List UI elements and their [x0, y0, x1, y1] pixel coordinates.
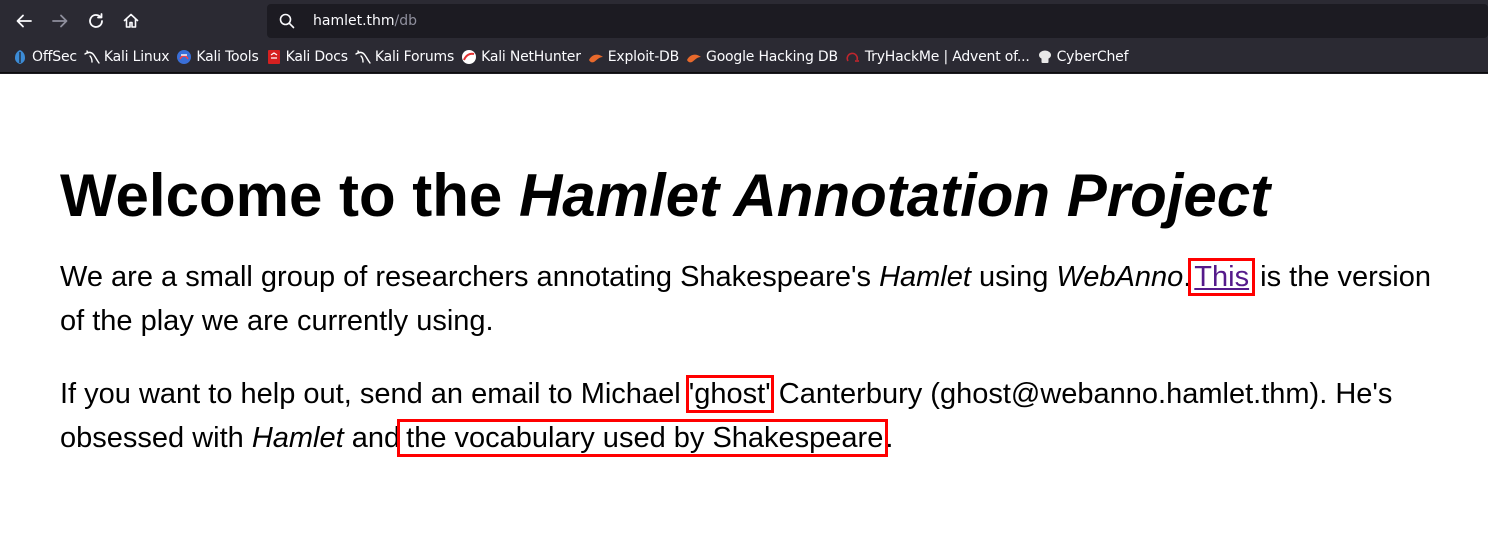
arrow-right-icon: [52, 14, 68, 28]
play-version-link[interactable]: This: [1188, 258, 1256, 296]
page-title: Welcome to the Hamlet Annotation Project: [60, 162, 1270, 230]
url-text: hamlet.thm/db: [313, 13, 417, 29]
text: We are a small group of researchers anno…: [60, 261, 880, 293]
bookmark-label: TryHackMe | Advent of...: [864, 49, 1030, 65]
kali-docs-icon: [266, 49, 282, 65]
bookmark-kali-linux[interactable]: Kali Linux: [84, 45, 170, 69]
bookmark-kali-docs[interactable]: Kali Docs: [266, 45, 348, 69]
text: If you want to help out, send an email t…: [60, 378, 689, 410]
bookmark-label: Kali Tools: [196, 49, 259, 65]
bookmark-kali-tools[interactable]: Kali Tools: [176, 45, 259, 69]
text: and: [343, 422, 401, 454]
hamlet-emphasis: Hamlet: [879, 261, 971, 293]
exploit-db-icon: [588, 49, 604, 65]
ghost-nickname-highlight: 'ghost': [685, 375, 774, 413]
back-button[interactable]: [9, 6, 39, 36]
webanno-emphasis: WebAnno: [1056, 261, 1184, 293]
reload-button[interactable]: [81, 6, 111, 36]
nethunter-icon: [461, 49, 477, 65]
bookmark-cyberchef[interactable]: CyberChef: [1037, 45, 1129, 69]
kali-dragon-icon: [355, 49, 371, 65]
page-content: Welcome to the Hamlet Annotation Project…: [0, 74, 1488, 542]
bookmarks-toolbar: OffSec Kali Linux Kali Tools Kali Docs Kali …: [0, 42, 1488, 73]
text: .: [885, 422, 894, 454]
bookmark-kali-forums[interactable]: Kali Forums: [355, 45, 454, 69]
bookmark-label: Kali Docs: [285, 49, 348, 65]
bookmark-tryhackme-advent-of[interactable]: TryHackMe | Advent of...: [845, 45, 1030, 69]
bookmark-label: Kali NetHunter: [481, 49, 581, 65]
url-host: hamlet.thm: [313, 13, 395, 29]
arrow-left-icon: [16, 14, 32, 28]
offsec-icon: [12, 49, 28, 65]
bookmark-label: CyberChef: [1056, 49, 1129, 65]
cyberchef-icon: [1037, 49, 1053, 65]
bookmark-label: Google Hacking DB: [706, 49, 838, 65]
search-icon: [279, 13, 295, 29]
tryhackme-icon: [845, 49, 861, 65]
bookmark-offsec[interactable]: OffSec: [12, 45, 77, 69]
url-path: /db: [394, 13, 418, 29]
reload-icon: [89, 13, 103, 28]
bookmark-label: OffSec: [32, 49, 77, 65]
bookmark-google-hacking-db[interactable]: Google Hacking DB: [686, 45, 838, 69]
title-text: Welcome to the: [60, 162, 519, 229]
forward-button[interactable]: [45, 6, 75, 36]
contact-paragraph: If you want to help out, send an email t…: [60, 372, 1440, 460]
browser-toolbar: hamlet.thm/db: [0, 0, 1488, 42]
kali-dragon-icon: [84, 49, 100, 65]
browser-chrome: hamlet.thm/db OffSec Kali Linux Kali Tools…: [0, 0, 1488, 74]
bookmark-kali-nethunter[interactable]: Kali NetHunter: [461, 45, 581, 69]
ghdb-icon: [686, 49, 702, 65]
address-bar[interactable]: hamlet.thm/db: [267, 4, 1488, 38]
bookmark-label: Exploit-DB: [607, 49, 680, 65]
intro-paragraph: We are a small group of researchers anno…: [60, 255, 1440, 343]
hamlet-emphasis: Hamlet: [251, 422, 344, 454]
home-button[interactable]: [116, 6, 146, 36]
home-icon: [123, 13, 139, 28]
title-project-name: Hamlet Annotation Project: [518, 162, 1271, 229]
bookmark-label: Kali Forums: [374, 49, 455, 65]
bookmark-label: Kali Linux: [103, 49, 170, 65]
kali-tools-icon: [176, 49, 192, 65]
text: using: [970, 261, 1057, 293]
bookmark-exploit-db[interactable]: Exploit-DB: [588, 45, 679, 69]
vocabulary-highlight: the vocabulary used by Shakespeare: [397, 419, 889, 457]
